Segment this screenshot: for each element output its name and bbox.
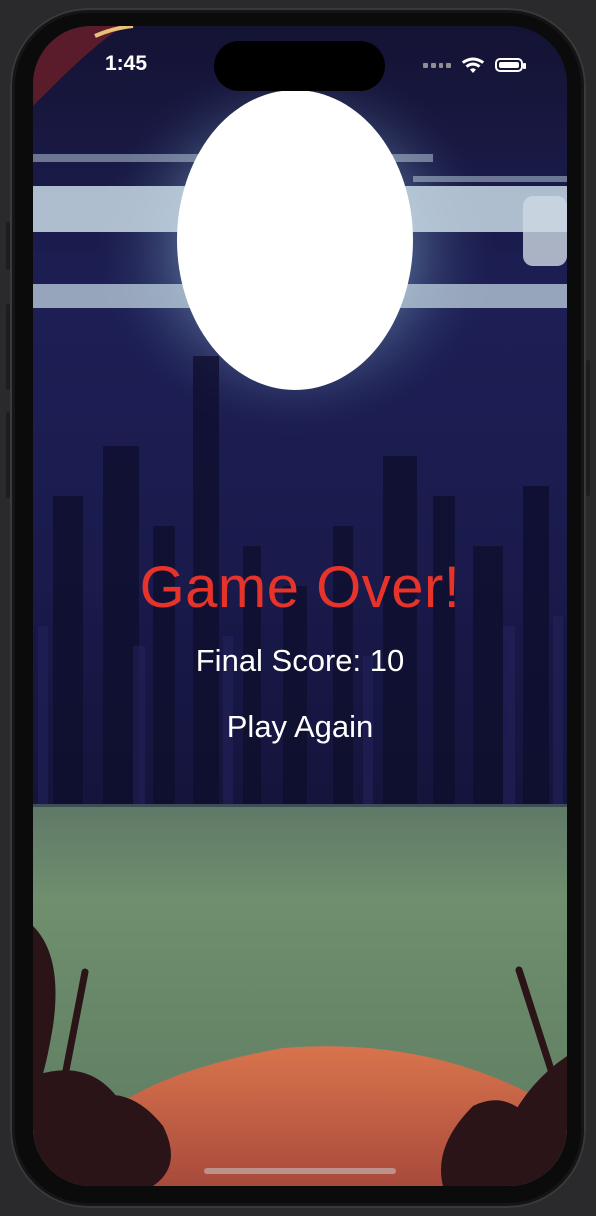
- home-indicator[interactable]: [204, 1168, 396, 1174]
- volume-up-button: [6, 304, 10, 390]
- battery-icon: [495, 58, 526, 72]
- play-again-button[interactable]: Play Again: [200, 709, 400, 745]
- power-button: [586, 360, 590, 496]
- wifi-icon: [461, 57, 485, 73]
- final-score-label: Final Score: 10: [195, 643, 405, 678]
- volume-down-button: [6, 412, 10, 498]
- dynamic-island: [214, 41, 385, 91]
- status-icons: [423, 56, 526, 74]
- status-time: 1:45: [105, 52, 148, 75]
- game-screen: 1:45 Game Over! Final Score: 10 Play Aga…: [33, 26, 567, 1186]
- action-button: [6, 222, 10, 270]
- cellular-dots-icon: [423, 62, 451, 68]
- game-over-title: Game Over!: [139, 555, 461, 620]
